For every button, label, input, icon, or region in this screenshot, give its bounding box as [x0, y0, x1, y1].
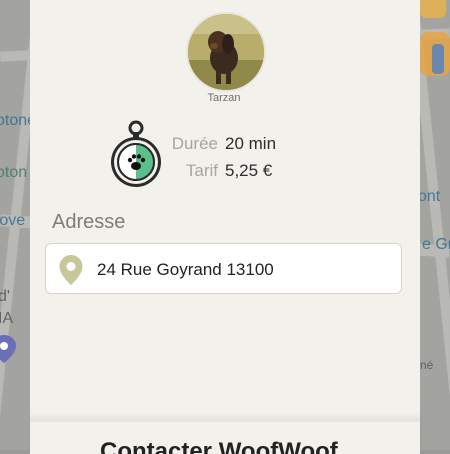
map-street-label: IA: [0, 310, 14, 327]
duration-label: Durée: [171, 134, 218, 153]
map-poi-icon[interactable]: [420, 0, 446, 18]
map-street-label: oton: [0, 164, 28, 181]
rate-value: 5,25 €: [225, 161, 273, 180]
map-street-label: ont: [418, 188, 441, 205]
contact-panel[interactable]: Contacter WoofWoof: [30, 418, 420, 454]
address-section-title: Adresse: [52, 211, 126, 233]
map-street-label: né: [420, 358, 434, 372]
address-field[interactable]: 24 Rue Goyrand 13100: [45, 243, 402, 294]
map-marker-icon[interactable]: [0, 334, 18, 364]
map-street-label: d': [0, 288, 10, 305]
map-street-label: e Gra: [422, 236, 450, 253]
dog-photo: [188, 14, 264, 90]
map-poi-icon: [432, 44, 444, 74]
duration-value: 20 min: [225, 134, 277, 153]
rate-label: Tarif: [185, 161, 218, 180]
contact-title: Contacter WoofWoof: [100, 438, 338, 454]
pet-name: Tarzan: [207, 92, 241, 104]
pet-avatar: [186, 12, 266, 92]
location-pin-icon: [59, 255, 83, 285]
map-street-label: rove: [0, 212, 26, 229]
address-value: 24 Rue Goyrand 13100: [97, 260, 274, 279]
